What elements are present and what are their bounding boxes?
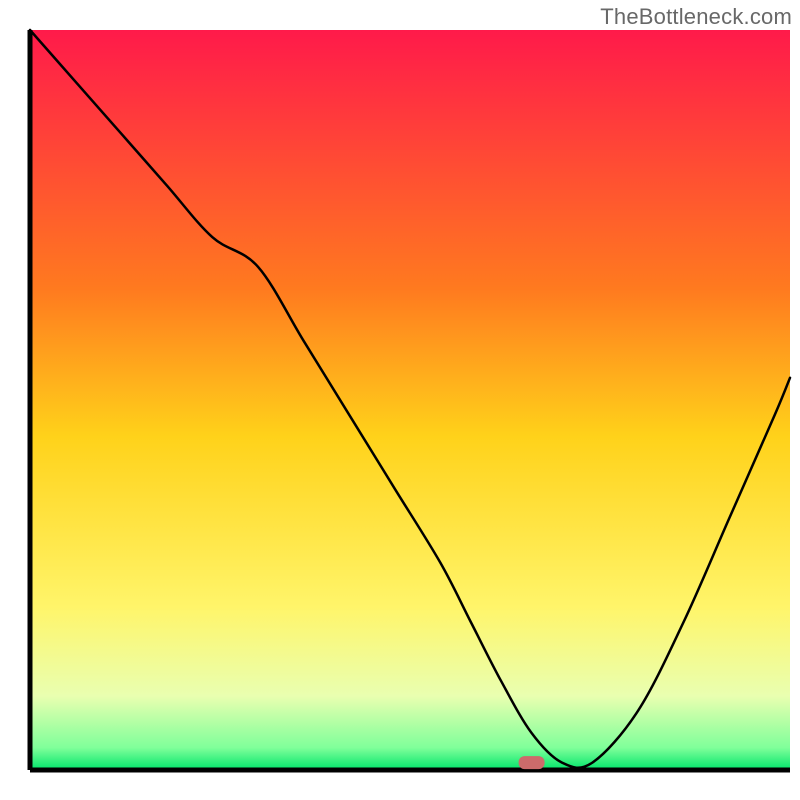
chart-svg <box>0 0 800 800</box>
plot-background <box>30 30 790 770</box>
watermark-text: TheBottleneck.com <box>600 4 792 30</box>
optimal-point-marker <box>519 756 545 769</box>
bottleneck-chart <box>0 0 800 800</box>
